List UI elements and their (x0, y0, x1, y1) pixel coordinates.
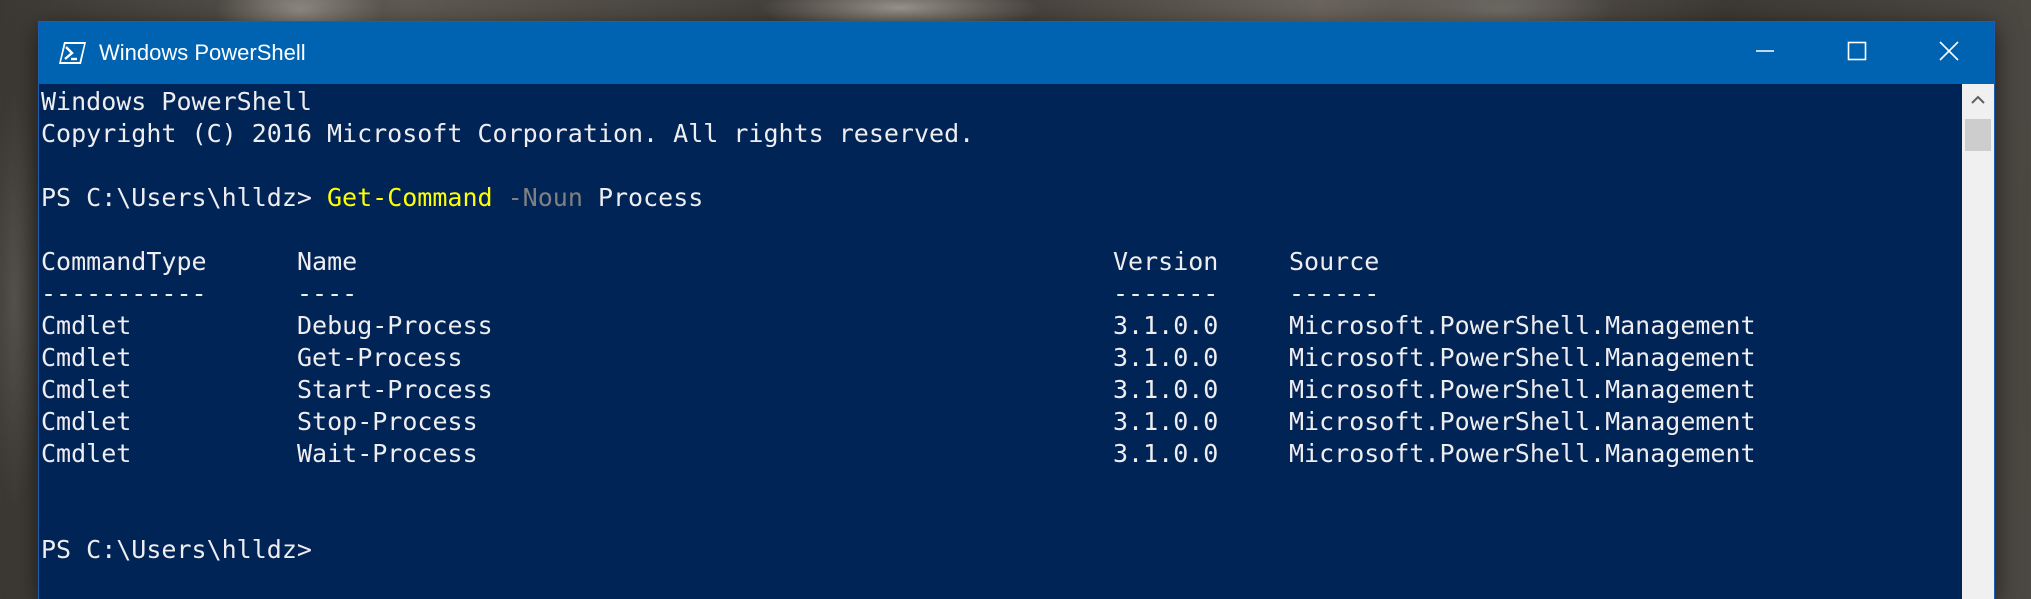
command-line: PS C:\Users\hlldz> Get-Command -Noun Pro… (41, 182, 703, 214)
cell-name: Get-Process (297, 343, 463, 372)
cell-source: Microsoft.PowerShell.Management (1289, 375, 1756, 404)
separator-commandtype: ----------- (41, 279, 207, 308)
cell-source: Microsoft.PowerShell.Management (1289, 311, 1756, 340)
console-output[interactable]: Windows PowerShell Copyright (C) 2016 Mi… (39, 84, 1962, 599)
scroll-up-button[interactable] (1962, 84, 1994, 116)
cell-commandtype: Cmdlet (41, 375, 132, 404)
minimize-button[interactable] (1719, 22, 1811, 84)
header-commandtype: CommandType (41, 247, 207, 276)
cell-version: 3.1.0.0 (1113, 439, 1219, 468)
prompt-line[interactable]: PS C:\Users\hlldz> (41, 534, 312, 566)
command-name: Get-Command (326, 183, 493, 212)
cell-source: Microsoft.PowerShell.Management (1289, 407, 1756, 436)
close-icon (1939, 41, 1959, 65)
cell-version: 3.1.0.0 (1113, 407, 1219, 436)
cell-version: 3.1.0.0 (1113, 343, 1219, 372)
cell-name: Debug-Process (297, 311, 493, 340)
maximize-button[interactable] (1811, 22, 1903, 84)
cell-name: Stop-Process (297, 407, 478, 436)
cell-source: Microsoft.PowerShell.Management (1289, 439, 1756, 468)
scrollbar-thumb[interactable] (1965, 119, 1991, 151)
powershell-window[interactable]: Windows PowerShell Windows PowerShell Co… (39, 22, 1994, 599)
separator-source: ------ (1289, 279, 1380, 308)
prompt: PS C:\Users\hlldz> (41, 183, 327, 212)
header-source: Source (1289, 247, 1380, 276)
separator-name: ---- (297, 279, 358, 308)
close-button[interactable] (1903, 22, 1995, 84)
cell-name: Start-Process (297, 375, 493, 404)
cell-commandtype: Cmdlet (41, 311, 132, 340)
header-version: Version (1113, 247, 1219, 276)
maximize-icon (1847, 41, 1867, 65)
command-argument: Process (597, 183, 704, 212)
window-title: Windows PowerShell (99, 40, 306, 65)
minimize-icon (1755, 41, 1775, 65)
cell-commandtype: Cmdlet (41, 343, 132, 372)
vertical-scrollbar[interactable] (1962, 84, 1994, 599)
command-parameter: -Noun (507, 183, 583, 212)
cell-source: Microsoft.PowerShell.Management (1289, 343, 1756, 372)
banner-title: Windows PowerShell (41, 87, 312, 116)
chevron-up-icon (1970, 91, 1986, 110)
cell-commandtype: Cmdlet (41, 407, 132, 436)
cell-version: 3.1.0.0 (1113, 311, 1219, 340)
title-bar[interactable]: Windows PowerShell (39, 22, 1994, 84)
cell-commandtype: Cmdlet (41, 439, 132, 468)
cell-name: Wait-Process (297, 439, 478, 468)
cell-version: 3.1.0.0 (1113, 375, 1219, 404)
header-name: Name (297, 247, 358, 276)
copyright-line: Copyright (C) 2016 Microsoft Corporation… (41, 119, 975, 148)
powershell-icon (59, 40, 86, 66)
separator-version: ------- (1113, 279, 1219, 308)
